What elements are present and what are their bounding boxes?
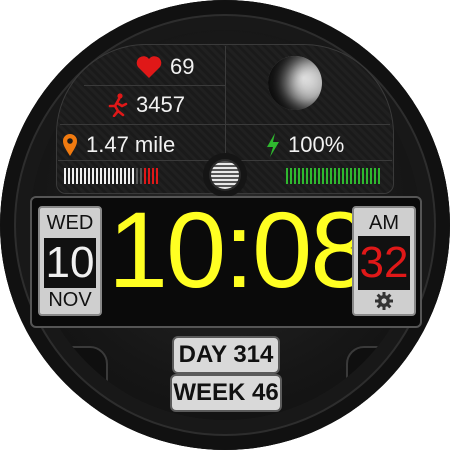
- month-label: NOV: [48, 288, 92, 311]
- center-emblem-icon[interactable]: [211, 161, 239, 189]
- progress-segment: [72, 168, 74, 184]
- progress-segment: [366, 168, 368, 184]
- week-of-year-badge[interactable]: WEEK 46: [170, 374, 282, 412]
- progress-segment: [314, 168, 316, 184]
- progress-segment: [322, 168, 324, 184]
- battery-stat[interactable]: 100%: [266, 130, 344, 160]
- progress-segment: [152, 168, 154, 184]
- progress-segment: [136, 168, 138, 184]
- progress-segment: [378, 168, 380, 184]
- progress-segment: [370, 168, 372, 184]
- seconds-value: 32: [358, 236, 410, 290]
- progress-segment: [76, 168, 78, 184]
- battery-progress-bar: [286, 168, 380, 184]
- location-pin-icon: [63, 134, 77, 156]
- progress-segment: [64, 168, 66, 184]
- progress-segment: [124, 168, 126, 184]
- progress-segment: [104, 168, 106, 184]
- panel-divider-row1: [84, 85, 226, 86]
- moon-phase-icon[interactable]: [268, 56, 322, 110]
- time-display[interactable]: 10:08: [108, 190, 370, 310]
- progress-segment: [112, 168, 114, 184]
- settings-icon-cell[interactable]: [358, 290, 410, 312]
- progress-segment: [302, 168, 304, 184]
- progress-segment: [310, 168, 312, 184]
- ampm-seconds-box[interactable]: AM 32: [352, 206, 416, 316]
- panel-divider-vertical: [225, 46, 226, 158]
- progress-segment: [374, 168, 376, 184]
- progress-segment: [298, 168, 300, 184]
- progress-segment: [354, 168, 356, 184]
- running-figure-icon: [108, 93, 128, 117]
- progress-segment: [148, 168, 150, 184]
- progress-segment: [120, 168, 122, 184]
- steps-stat[interactable]: 3457: [108, 90, 185, 120]
- progress-segment: [346, 168, 348, 184]
- progress-segment: [318, 168, 320, 184]
- steps-progress-bar: [64, 168, 158, 184]
- progress-segment: [80, 168, 82, 184]
- progress-segment: [306, 168, 308, 184]
- bezel-dots-bottom-right: ●●●: [356, 380, 381, 391]
- ampm-label: AM: [369, 211, 399, 234]
- steps-value: 3457: [136, 92, 185, 117]
- heart-rate-value: 69: [170, 54, 195, 79]
- progress-segment: [290, 168, 292, 184]
- progress-segment: [334, 168, 336, 184]
- progress-segment: [294, 168, 296, 184]
- progress-segment: [338, 168, 340, 184]
- progress-segment: [330, 168, 332, 184]
- progress-segment: [84, 168, 86, 184]
- progress-segment: [68, 168, 70, 184]
- progress-segment: [108, 168, 110, 184]
- progress-segment: [342, 168, 344, 184]
- progress-segment: [100, 168, 102, 184]
- bezel-dots-bottom-left: ●●●: [90, 380, 115, 391]
- weekday-label: WED: [46, 211, 94, 234]
- day-number: 10: [44, 238, 96, 288]
- progress-segment: [156, 168, 158, 184]
- progress-segment: [326, 168, 328, 184]
- progress-segment: [116, 168, 118, 184]
- progress-segment: [362, 168, 364, 184]
- heart-rate-stat[interactable]: 69: [136, 52, 194, 82]
- battery-value: 100%: [288, 132, 345, 157]
- progress-segment: [132, 168, 134, 184]
- progress-segment: [144, 168, 146, 184]
- distance-value: 1.47 mile: [86, 132, 176, 157]
- watch-face: ●●● ●●● ●●● ●●● 69 3457 1.47 mile 100% W…: [0, 0, 450, 450]
- panel-divider-row2: [60, 124, 390, 125]
- date-box[interactable]: WED 10 NOV: [38, 206, 102, 316]
- progress-segment: [286, 168, 288, 184]
- heart-icon: [136, 56, 162, 78]
- gear-icon[interactable]: [374, 291, 394, 311]
- progress-segment: [350, 168, 352, 184]
- progress-segment: [128, 168, 130, 184]
- progress-segment: [96, 168, 98, 184]
- progress-segment: [358, 168, 360, 184]
- progress-segment: [140, 168, 142, 184]
- lightning-bolt-icon: [267, 133, 279, 157]
- progress-segment: [88, 168, 90, 184]
- distance-stat[interactable]: 1.47 mile: [62, 130, 175, 160]
- day-of-year-badge[interactable]: DAY 314: [172, 336, 280, 374]
- progress-segment: [92, 168, 94, 184]
